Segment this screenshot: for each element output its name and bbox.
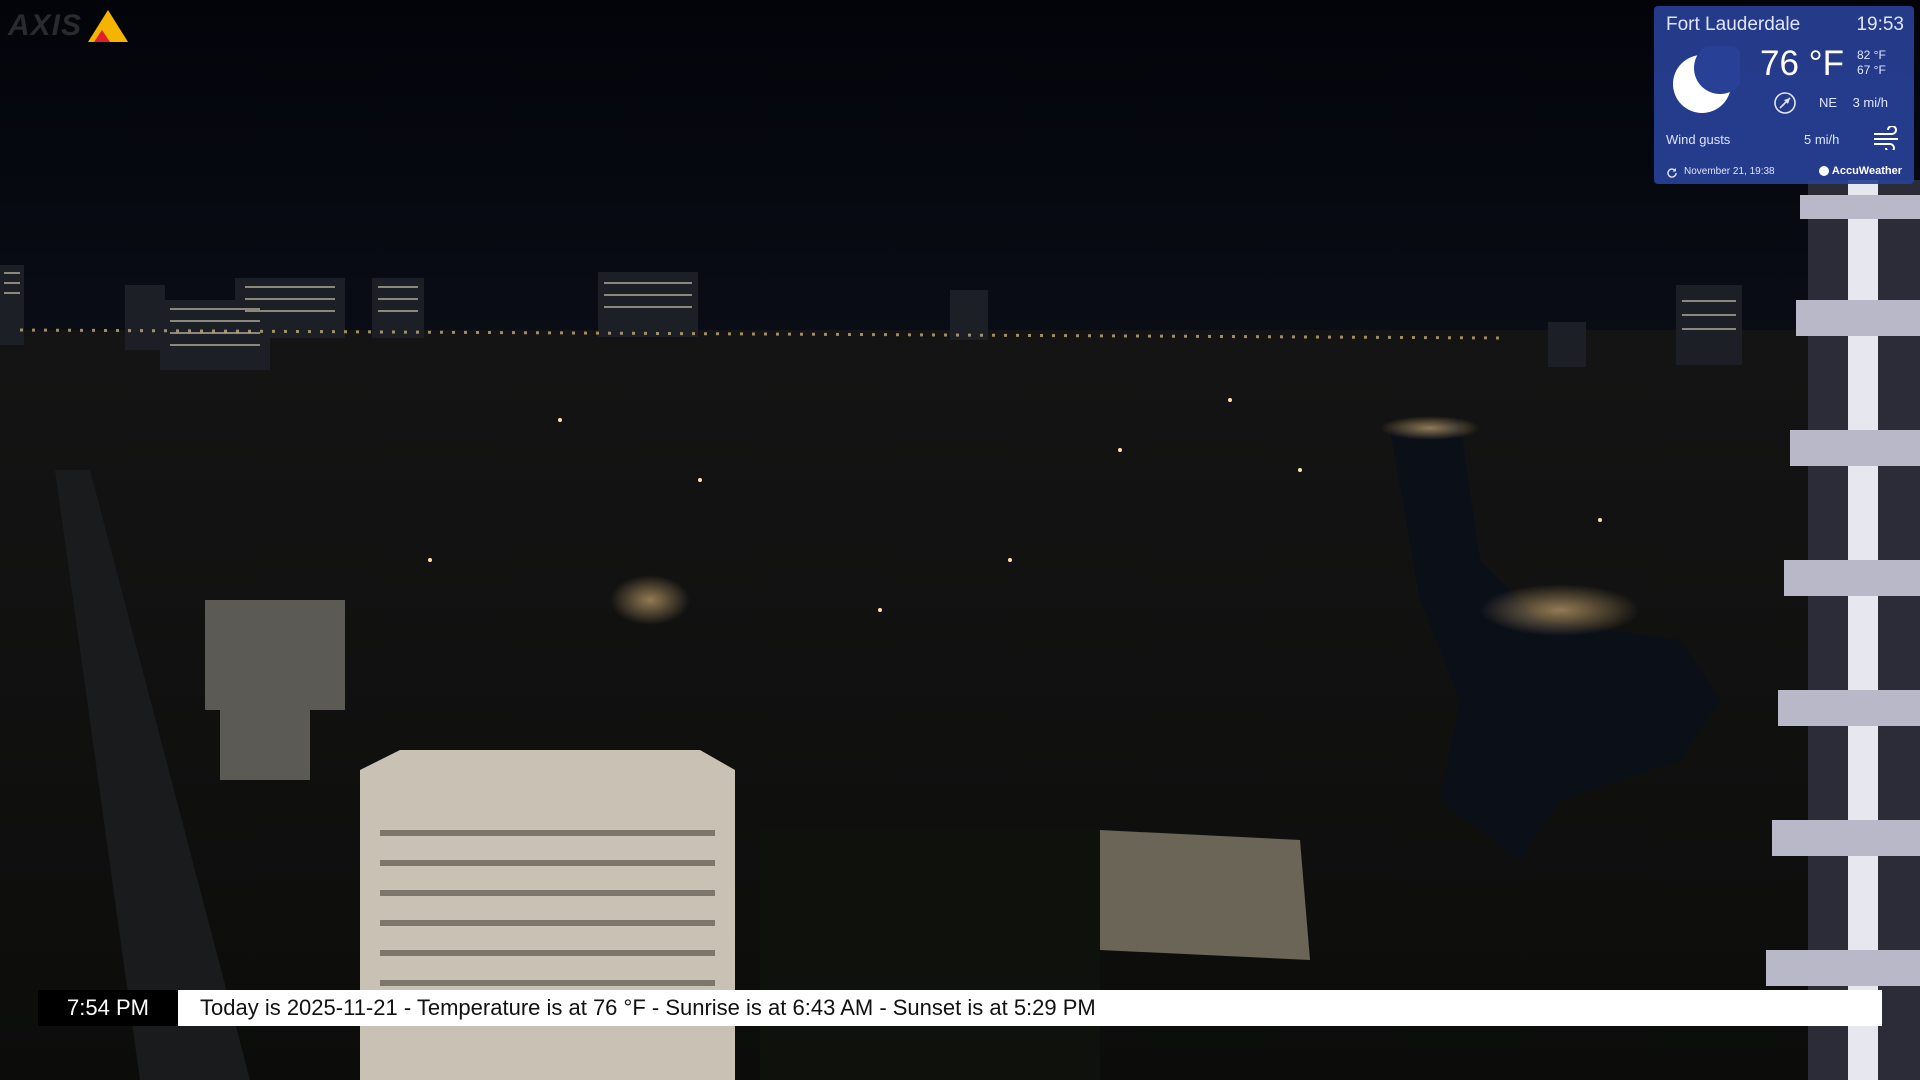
refresh-icon — [1667, 168, 1677, 178]
axis-logo: AXIS — [8, 6, 130, 46]
street-glow — [610, 575, 690, 625]
canopy-shadow — [760, 830, 1100, 1080]
weather-wind-speed: 3 mi/h — [1852, 95, 1888, 110]
wind-icon — [1874, 126, 1898, 150]
night-city-scene — [0, 0, 1920, 1080]
marina-glow — [1480, 584, 1640, 636]
weather-gusts-label: Wind gusts — [1666, 132, 1731, 147]
ticker-message: Today is 2025-11-21 - Temperature is at … — [178, 990, 1882, 1026]
weather-widget: Fort Lauderdale 19:53 76 °F 82 °F 67 °F … — [1654, 6, 1914, 184]
ticker-time: 7:54 PM — [38, 990, 178, 1026]
weather-low: 67 °F — [1857, 63, 1886, 77]
webcam-view: AXIS Fort Lauderdale 19:53 76 °F 82 °F 6… — [0, 0, 1920, 1080]
weather-wind-direction: NE — [1819, 95, 1838, 110]
weather-city: Fort Lauderdale — [1666, 14, 1801, 35]
crescent-moon-icon — [1673, 46, 1740, 113]
weather-high: 82 °F — [1857, 48, 1886, 62]
weather-temperature: 76 °F — [1760, 44, 1845, 83]
axis-logo-triangle-icon — [88, 10, 129, 42]
accuweather-sun-icon — [1818, 166, 1829, 176]
waterfront-glow — [1380, 416, 1480, 440]
weather-local-time: 19:53 — [1856, 14, 1904, 35]
low-building-right — [1100, 830, 1310, 960]
compass-icon — [1774, 92, 1796, 114]
accuweather-logo-text: AccuWeather — [1831, 165, 1902, 177]
accuweather-logo: AccuWeather — [1818, 165, 1902, 177]
info-ticker: 7:54 PM Today is 2025-11-21 - Temperatur… — [38, 990, 1882, 1026]
tower-foreground — [360, 750, 735, 1080]
weather-gusts-value: 5 mi/h — [1804, 132, 1840, 147]
weather-updated-time: November 21, 19:38 — [1684, 166, 1775, 177]
axis-logo-text: AXIS — [8, 9, 83, 42]
